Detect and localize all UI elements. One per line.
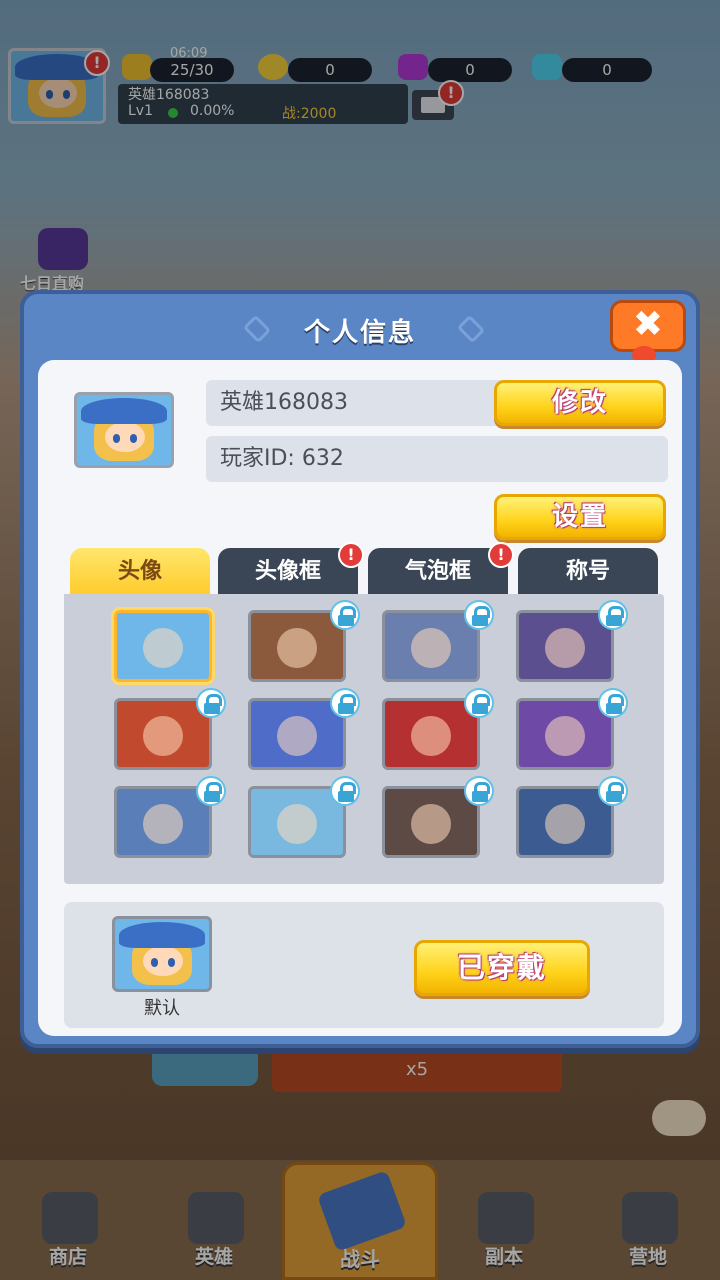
player-id-field: 玩家ID: 632	[206, 436, 668, 482]
avatar-option-blonde-mage[interactable]	[114, 610, 212, 682]
avatar-portrait-image	[410, 715, 452, 757]
lock-icon	[464, 776, 494, 806]
avatar-portrait-image	[544, 715, 586, 757]
preview-box: 默认 已穿戴	[64, 902, 664, 1028]
avatar-portrait-image	[544, 803, 586, 845]
default-label: 默认	[144, 998, 180, 1019]
tab-bubble-frame[interactable]: 气泡框 !	[368, 542, 514, 596]
avatar-portrait-image	[276, 715, 318, 757]
lock-icon	[598, 776, 628, 806]
avatar-portrait-image	[544, 627, 586, 669]
tab-avatar[interactable]: 头像	[70, 548, 210, 596]
info-panel: 英雄168083 修改 玩家ID: 632 设置 头像 头像框 ! 气泡框 ! …	[38, 360, 682, 1036]
tab-title[interactable]: 称号	[518, 548, 658, 596]
settings-button[interactable]: 设置	[494, 494, 666, 540]
close-button[interactable]: ✖	[610, 300, 686, 352]
lock-icon	[330, 688, 360, 718]
avatar-portrait-image	[410, 627, 452, 669]
lock-icon	[196, 688, 226, 718]
portrait-image	[115, 919, 209, 989]
lock-icon	[464, 688, 494, 718]
tab-alert-badge: !	[338, 542, 364, 568]
lock-icon	[598, 688, 628, 718]
tab-bubble-frame-label: 气泡框	[404, 559, 471, 584]
lock-icon	[330, 776, 360, 806]
tab-title-label: 称号	[565, 559, 610, 584]
avatar-portrait-image	[276, 627, 318, 669]
avatar-grid	[64, 594, 664, 884]
avatar-portrait-image	[142, 627, 184, 669]
avatar-portrait-image	[410, 803, 452, 845]
avatar-portrait-image	[276, 803, 318, 845]
lock-icon	[598, 600, 628, 630]
tab-avatar-frame[interactable]: 头像框 !	[218, 542, 364, 596]
personal-info-modal: 个人信息 ✖ 英雄168083 修改 玩家ID: 632 设置 头像 头像框 !…	[20, 290, 700, 1048]
player-name-field: 英雄168083	[206, 380, 506, 426]
modal-title: 个人信息	[303, 318, 416, 348]
equipped-button[interactable]: 已穿戴	[414, 940, 590, 996]
lock-icon	[464, 600, 494, 630]
close-icon: ✖	[632, 304, 664, 345]
avatar-portrait-image	[142, 803, 184, 845]
lock-icon	[196, 776, 226, 806]
portrait-image	[77, 395, 171, 465]
tab-avatar-frame-label: 头像框	[254, 559, 321, 584]
modify-name-button[interactable]: 修改	[494, 380, 666, 426]
lock-icon	[330, 600, 360, 630]
tab-avatar-label: 头像	[117, 559, 162, 584]
current-avatar[interactable]	[74, 392, 174, 468]
default-avatar	[112, 916, 212, 992]
tab-alert-badge: !	[488, 542, 514, 568]
avatar-portrait-image	[142, 715, 184, 757]
